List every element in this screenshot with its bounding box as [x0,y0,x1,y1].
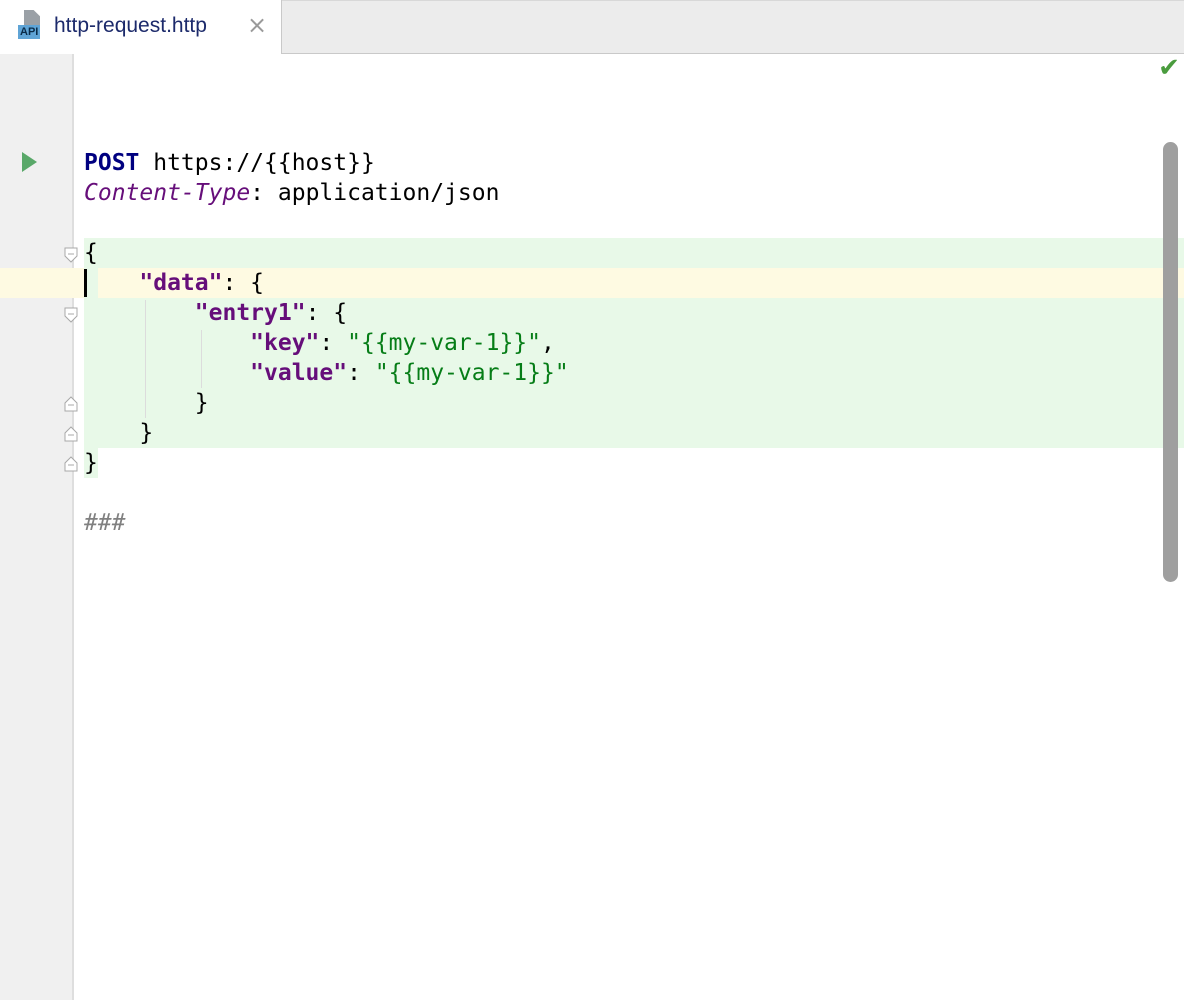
fold-marker-icon[interactable] [64,247,78,263]
header-line[interactable]: Content-Type: application/json [84,178,499,208]
json-line-8[interactable]: } [84,448,98,478]
editor-tab[interactable]: API http-request.http × [0,0,282,54]
json-line-3[interactable]: "entry1": { [84,298,347,328]
json-line-5[interactable]: "value": "{{my-var-1}}" [84,358,569,388]
header-value: application/json [277,180,500,206]
editor-gutter [0,54,74,1000]
json-punct: , [541,330,555,356]
editor-tab-bar: API http-request.http × [0,0,1184,54]
fold-end-marker-icon[interactable] [64,456,78,472]
fold-end-marker-icon[interactable] [64,396,78,412]
json-string-value: "{{my-var-1}}" [374,360,569,386]
header-separator: : [250,180,278,206]
json-key-key: "key" [250,330,320,356]
vertical-scrollbar-thumb[interactable] [1163,142,1178,582]
json-line-1[interactable]: { [84,238,98,268]
json-punct: : { [222,270,265,296]
fold-end-marker-icon[interactable] [64,426,78,442]
header-name: Content-Type [84,180,251,206]
json-string-value: "{{my-var-1}}" [347,330,541,356]
json-punct: : [319,330,348,356]
json-punct: : { [305,300,348,326]
json-key-data: "data" [139,270,223,296]
json-key-value: "value" [250,360,348,386]
request-separator[interactable]: ### [84,508,126,538]
json-key-entry1: "entry1" [194,300,306,326]
json-line-4[interactable]: "key": "{{my-var-1}}", [84,328,555,358]
run-request-icon[interactable] [22,152,37,172]
json-punct: : [347,360,375,386]
http-api-file-icon: API [18,10,48,40]
text-caret [84,269,87,297]
inspection-ok-icon[interactable]: ✔ [1157,55,1181,81]
fold-marker-icon[interactable] [64,307,78,323]
request-line[interactable]: POST https://{{host}} [84,148,375,178]
tab-bar-top-border [282,0,1184,1]
json-line-2[interactable]: "data": { [84,268,264,298]
http-method: POST [84,150,140,176]
close-icon[interactable]: × [246,13,268,37]
tab-title: http-request.http [54,14,207,37]
json-line-6[interactable]: } [84,388,209,418]
injected-json-highlight [84,238,1184,268]
api-badge: API [18,25,41,39]
json-line-7[interactable]: } [84,418,153,448]
request-url: https://{{host}} [139,150,375,176]
